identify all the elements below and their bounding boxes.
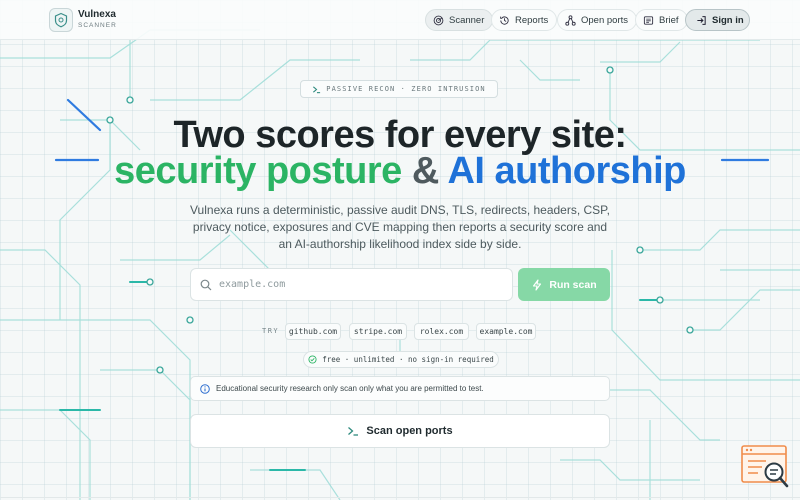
footer-divider bbox=[0, 497, 800, 498]
disclaimer-notice: Educational security research only scan … bbox=[190, 376, 610, 401]
hero-title-line2: security posture & AI authorship bbox=[0, 151, 800, 191]
run-scan-label: Run scan bbox=[549, 278, 597, 291]
hero-title-security: security posture bbox=[114, 150, 402, 192]
check-circle-icon bbox=[308, 355, 317, 364]
nav-label: Scanner bbox=[449, 14, 485, 26]
nav-reports[interactable]: Reports bbox=[491, 9, 558, 31]
free-note-text: free · unlimited · no sign-in required bbox=[322, 355, 494, 364]
terminal-icon bbox=[313, 85, 321, 93]
radar-icon bbox=[433, 15, 444, 25]
example-chip[interactable]: example.com bbox=[476, 323, 536, 340]
example-chip[interactable]: stripe.com bbox=[349, 323, 407, 340]
hero-title-ai: AI authorship bbox=[447, 150, 686, 192]
login-icon bbox=[697, 15, 706, 25]
brand-name: Vulnexa bbox=[78, 9, 116, 20]
network-icon bbox=[565, 14, 576, 26]
hero-title-ampersand: & bbox=[411, 150, 439, 192]
example-chip[interactable]: rolex.com bbox=[414, 323, 469, 340]
history-icon bbox=[500, 15, 509, 25]
search-box bbox=[190, 268, 513, 301]
nav-scanner[interactable]: Scanner bbox=[425, 9, 494, 31]
brand-subtitle: SCANNER bbox=[78, 22, 117, 29]
newspaper-icon bbox=[643, 15, 654, 25]
hero-title-line1: Two scores for every site: bbox=[173, 114, 627, 156]
example-chip[interactable]: github.com bbox=[285, 323, 341, 340]
free-note-pill: free · unlimited · no sign-in required bbox=[303, 351, 499, 368]
hero-badge: PASSIVE RECON · ZERO INTRUSION bbox=[300, 80, 498, 98]
nav-brief[interactable]: Brief bbox=[635, 9, 688, 31]
scan-open-ports-label: Scan open ports bbox=[366, 425, 453, 437]
domain-input[interactable] bbox=[217, 269, 507, 300]
run-scan-button[interactable]: Run scan bbox=[518, 268, 610, 301]
scan-open-ports-button[interactable]: Scan open ports bbox=[190, 414, 610, 448]
disclaimer-text: Educational security research only scan … bbox=[216, 384, 484, 393]
sign-in-button[interactable]: Sign in bbox=[685, 9, 750, 31]
nav-label: Open ports bbox=[581, 14, 628, 26]
lightning-icon bbox=[533, 278, 542, 291]
top-nav-bar: Vulnexa SCANNER Scanner Reports Open por… bbox=[0, 0, 800, 40]
hero-description: Vulnexa runs a deterministic, passive au… bbox=[190, 203, 610, 251]
sign-in-label: Sign in bbox=[712, 14, 744, 26]
logo-icon[interactable] bbox=[49, 8, 73, 32]
try-label: TRY bbox=[262, 327, 280, 335]
info-icon bbox=[200, 383, 210, 394]
search-icon bbox=[200, 279, 212, 291]
nav-label: Brief bbox=[659, 14, 679, 26]
nav-label: Reports bbox=[515, 14, 549, 26]
terminal-icon bbox=[348, 427, 359, 436]
hero-badge-text: PASSIVE RECON · ZERO INTRUSION bbox=[326, 85, 486, 93]
nav-open-ports[interactable]: Open ports bbox=[557, 9, 637, 31]
help-widget-icon[interactable] bbox=[740, 443, 792, 491]
